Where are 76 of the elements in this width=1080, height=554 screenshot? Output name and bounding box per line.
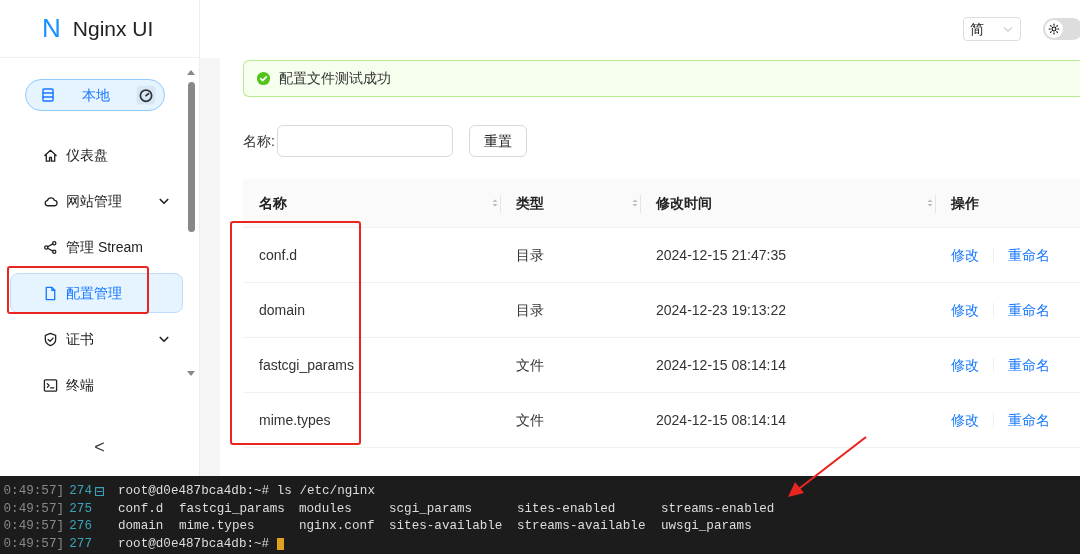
sidebar-item[interactable]: 终端: [10, 365, 183, 405]
check-circle-icon: [256, 71, 271, 86]
app-title: Nginx UI: [72, 15, 154, 42]
terminal-text: sites-enabled: [517, 500, 617, 518]
action-link[interactable]: 重命名: [1008, 299, 1050, 321]
terminal-text: modules: [299, 500, 353, 518]
column-header: 名称: [259, 193, 288, 213]
timestamp: 0:49:57]: [2, 518, 64, 536]
scroll-down-icon[interactable]: [186, 370, 196, 378]
table-cell-text: conf.d: [259, 245, 298, 265]
terminal-text: conf.d: [118, 500, 165, 518]
table-cell-text: 目录: [516, 300, 544, 320]
line-number: 274: [68, 483, 92, 501]
sun-icon: [1048, 23, 1060, 35]
terminal-text: domain: [118, 518, 165, 536]
line-number: 277: [68, 535, 92, 553]
collapse-button[interactable]: <: [0, 433, 199, 462]
node-selector[interactable]: 本地: [25, 79, 165, 111]
sidebar-item[interactable]: 仪表盘: [10, 135, 183, 175]
action-link[interactable]: 重命名: [1008, 244, 1050, 266]
table-cell-text: mime.types: [259, 410, 331, 430]
filter-label: 名称:: [243, 131, 275, 151]
line-number: 276: [68, 518, 92, 536]
action-link[interactable]: 重命名: [1008, 409, 1050, 431]
action-link[interactable]: 重命名: [1008, 354, 1050, 376]
timestamp: 0:49:57]: [2, 500, 64, 518]
column-header: 类型: [516, 193, 545, 213]
sidebar-item[interactable]: 网站管理: [10, 181, 183, 221]
table-cell-text: 2024-12-15 08:14:14: [656, 410, 786, 430]
table-cell-text: 2024-12-15 08:14:14: [656, 355, 786, 375]
node-label: 本地: [81, 85, 111, 105]
timestamp: 0:49:57]: [2, 535, 64, 553]
line-number: 275: [68, 500, 92, 518]
action-link[interactable]: 修改: [951, 409, 979, 431]
table-cell-text: 2024-12-15 21:47:35: [656, 245, 786, 265]
terminal-text: fastcgi_params: [179, 500, 286, 518]
terminal-prompt: root@d0e487bca4db:~#: [118, 483, 270, 501]
alert-message: 配置文件测试成功: [279, 69, 391, 88]
language-select[interactable]: 简: [963, 17, 1021, 41]
sidebar-item[interactable]: 证书: [10, 319, 183, 359]
terminal-text: sites-available: [389, 518, 504, 536]
share-icon: [43, 239, 58, 255]
timestamp: 0:49:57]: [2, 483, 64, 501]
gauge-icon: [136, 85, 156, 105]
shield-icon: [43, 331, 58, 347]
sidebar-item[interactable]: 管理 Stream: [10, 227, 183, 267]
terminal-prompt: root@d0e487bca4db:~#: [118, 535, 270, 553]
table-cell-text: 文件: [516, 355, 544, 375]
home-icon: [43, 147, 58, 163]
terminal-text: uwsgi_params: [661, 518, 752, 536]
action-link[interactable]: 修改: [951, 354, 979, 376]
logo-letter: N: [42, 12, 61, 45]
server-list-icon: [40, 87, 56, 103]
terminal-text: streams-enabled: [661, 500, 775, 518]
table-cell-text: 目录: [516, 245, 544, 265]
table-cell-text: 文件: [516, 410, 544, 430]
scrollbar[interactable]: [186, 68, 196, 378]
name-input[interactable]: [276, 125, 453, 157]
scroll-up-icon[interactable]: [186, 68, 196, 76]
terminal-command: ls /etc/nginx: [275, 483, 375, 501]
terminal-icon: [43, 377, 58, 393]
table-cell-text: domain: [259, 300, 305, 320]
terminal-text: mime.types: [179, 518, 256, 536]
terminal-text: scgi_params: [389, 500, 474, 518]
reset-button[interactable]: 重置: [468, 125, 527, 157]
terminal-text: streams-available: [517, 518, 647, 536]
action-link[interactable]: 修改: [951, 299, 979, 321]
column-header: 修改时间: [656, 193, 713, 213]
sidebar-item[interactable]: 配置管理: [10, 273, 183, 313]
theme-switch[interactable]: [1043, 18, 1080, 40]
table-cell-text: 2024-12-23 19:13:22: [656, 300, 786, 320]
file-icon: [43, 285, 58, 301]
table-cell-text: fastcgi_params: [259, 355, 354, 375]
action-link[interactable]: 修改: [951, 244, 979, 266]
terminal-text: nginx.conf: [299, 518, 376, 536]
column-header: 操作: [951, 193, 980, 213]
